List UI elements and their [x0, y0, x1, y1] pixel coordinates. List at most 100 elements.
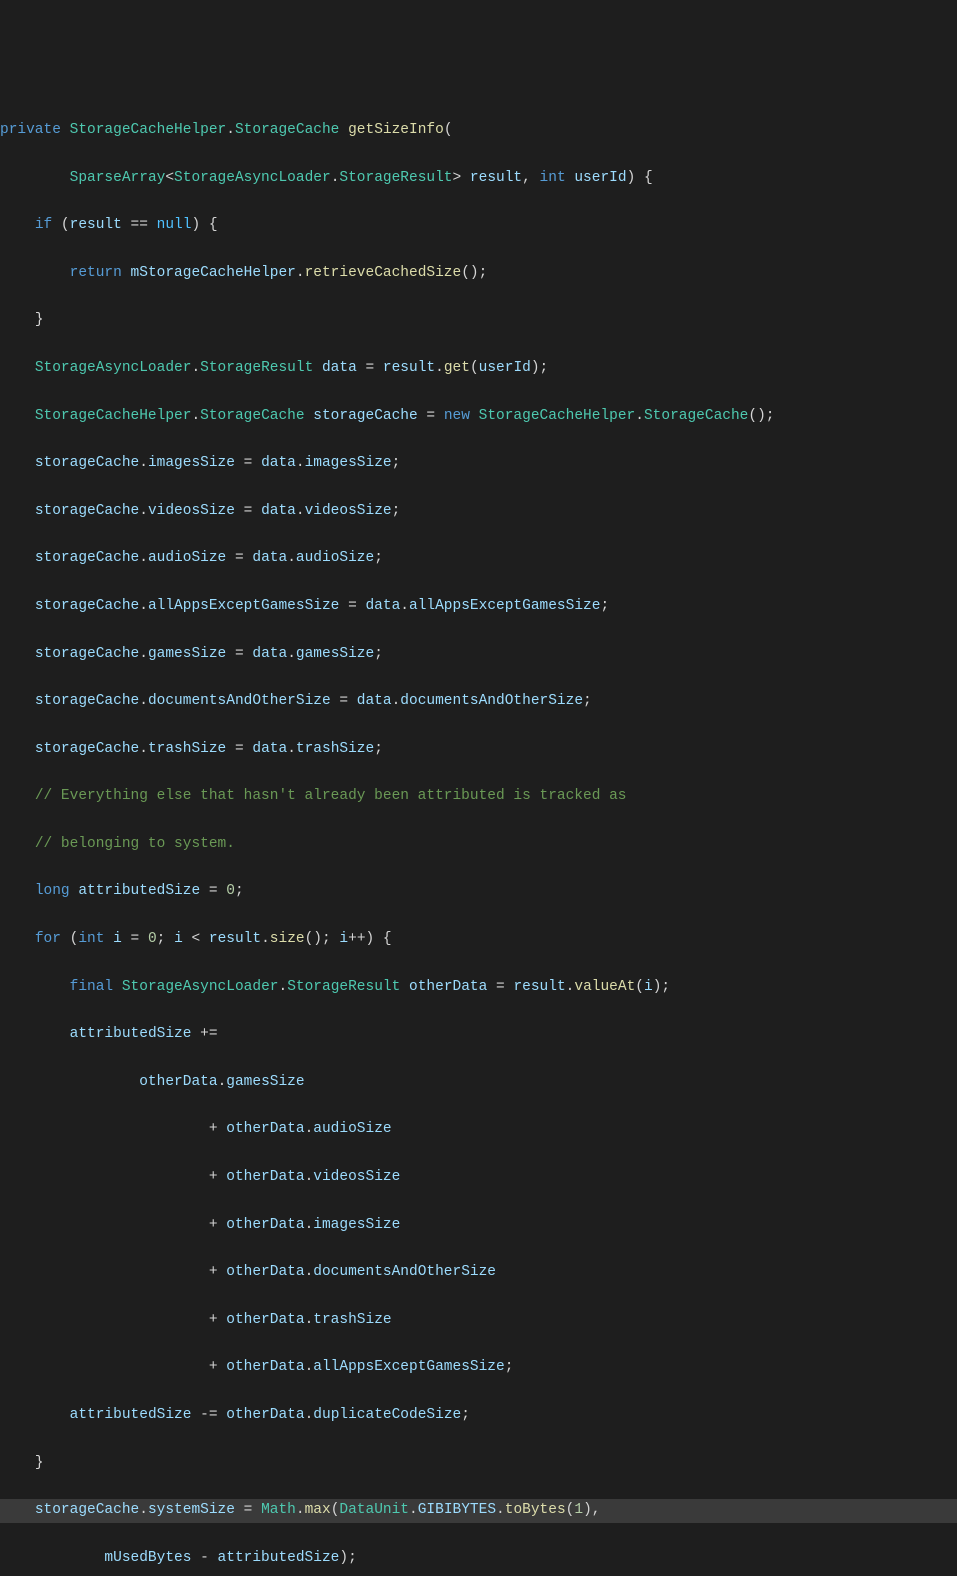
type-name: StorageCacheHelper: [35, 408, 192, 424]
variable: otherData: [226, 1312, 304, 1328]
type-name: StorageResult: [200, 360, 313, 376]
keyword-int: int: [78, 931, 104, 947]
variable: otherData: [226, 1407, 304, 1423]
field: audioSize: [313, 1121, 391, 1137]
method-call: retrieveCachedSize: [305, 265, 462, 281]
field: mUsedBytes: [104, 1550, 191, 1566]
field: gamesSize: [148, 646, 226, 662]
number: 1: [574, 1502, 583, 1518]
code-line: attributedSize -= otherData.duplicateCod…: [0, 1404, 957, 1428]
code-line: + otherData.videosSize: [0, 1166, 957, 1190]
type-name: StorageAsyncLoader: [174, 170, 331, 186]
comment: // belonging to system.: [35, 836, 235, 852]
field: videosSize: [305, 503, 392, 519]
param: result: [470, 170, 522, 186]
code-line: storageCache.imagesSize = data.imagesSiz…: [0, 452, 957, 476]
variable: attributedSize: [78, 883, 200, 899]
null-literal: null: [157, 217, 192, 233]
variable: otherData: [226, 1359, 304, 1375]
field: duplicateCodeSize: [313, 1407, 461, 1423]
variable: otherData: [226, 1121, 304, 1137]
variable: storageCache: [35, 646, 139, 662]
type-name: StorageCache: [644, 408, 748, 424]
variable: otherData: [226, 1217, 304, 1233]
code-line: storageCache.allAppsExceptGamesSize = da…: [0, 595, 957, 619]
variable: storageCache: [35, 503, 139, 519]
field: systemSize: [148, 1502, 235, 1518]
field: audioSize: [148, 550, 226, 566]
variable: data: [365, 598, 400, 614]
variable: storageCache: [35, 1502, 139, 1518]
code-line: StorageAsyncLoader.StorageResult data = …: [0, 357, 957, 381]
variable: data: [252, 646, 287, 662]
field: imagesSize: [313, 1217, 400, 1233]
field: videosSize: [148, 503, 235, 519]
field: documentsAndOtherSize: [313, 1264, 496, 1280]
type-name: StorageCacheHelper: [479, 408, 636, 424]
keyword-final: final: [70, 979, 114, 995]
field: documentsAndOtherSize: [400, 693, 583, 709]
variable: data: [252, 741, 287, 757]
keyword-return: return: [70, 265, 122, 281]
variable: data: [357, 693, 392, 709]
code-line: + otherData.audioSize: [0, 1118, 957, 1142]
field: mStorageCacheHelper: [131, 265, 296, 281]
variable: i: [174, 931, 183, 947]
keyword-int: int: [540, 170, 566, 186]
field: imagesSize: [148, 455, 235, 471]
method-name: getSizeInfo: [348, 122, 444, 138]
field: audioSize: [296, 550, 374, 566]
variable: result: [70, 217, 122, 233]
type-name: StorageAsyncLoader: [122, 979, 279, 995]
variable: otherData: [226, 1169, 304, 1185]
variable: result: [513, 979, 565, 995]
method-call: toBytes: [505, 1502, 566, 1518]
code-line: private StorageCacheHelper.StorageCache …: [0, 119, 957, 143]
field: gamesSize: [296, 646, 374, 662]
variable: otherData: [139, 1074, 217, 1090]
keyword-private: private: [0, 122, 61, 138]
type-name: StorageCacheHelper: [70, 122, 227, 138]
keyword-new: new: [444, 408, 470, 424]
comment: // Everything else that hasn't already b…: [35, 788, 627, 804]
code-line: attributedSize +=: [0, 1023, 957, 1047]
code-line: }: [0, 1452, 957, 1476]
field: allAppsExceptGamesSize: [313, 1359, 504, 1375]
code-line: + otherData.trashSize: [0, 1309, 957, 1333]
code-line: otherData.gamesSize: [0, 1071, 957, 1095]
variable: i: [644, 979, 653, 995]
type-name: DataUnit: [339, 1502, 409, 1518]
method-call: valueAt: [574, 979, 635, 995]
field: imagesSize: [305, 455, 392, 471]
field: allAppsExceptGamesSize: [409, 598, 600, 614]
code-line: for (int i = 0; i < result.size(); i++) …: [0, 928, 957, 952]
code-line: }: [0, 309, 957, 333]
constant: GIBIBYTES: [418, 1502, 496, 1518]
number: 0: [226, 883, 235, 899]
type-name: StorageAsyncLoader: [35, 360, 192, 376]
type-name: StorageResult: [339, 170, 452, 186]
variable: otherData: [226, 1264, 304, 1280]
variable: storageCache: [35, 693, 139, 709]
variable: storageCache: [35, 550, 139, 566]
method-call: max: [305, 1502, 331, 1518]
code-editor[interactable]: private StorageCacheHelper.StorageCache …: [0, 95, 957, 1576]
keyword-if: if: [35, 217, 52, 233]
variable: data: [261, 503, 296, 519]
code-line: + otherData.allAppsExceptGamesSize;: [0, 1356, 957, 1380]
variable: i: [339, 931, 348, 947]
code-line: if (result == null) {: [0, 214, 957, 238]
variable: storageCache: [35, 455, 139, 471]
field: trashSize: [296, 741, 374, 757]
code-line: mUsedBytes - attributedSize);: [0, 1547, 957, 1571]
variable: storageCache: [313, 408, 417, 424]
variable: attributedSize: [70, 1407, 192, 1423]
variable: userId: [479, 360, 531, 376]
code-line: // Everything else that hasn't already b…: [0, 785, 957, 809]
variable: attributedSize: [218, 1550, 340, 1566]
code-line: storageCache.audioSize = data.audioSize;: [0, 547, 957, 571]
variable: attributedSize: [70, 1026, 192, 1042]
code-line: storageCache.trashSize = data.trashSize;: [0, 738, 957, 762]
code-line: StorageCacheHelper.StorageCache storageC…: [0, 405, 957, 429]
type-name: StorageCache: [235, 122, 339, 138]
